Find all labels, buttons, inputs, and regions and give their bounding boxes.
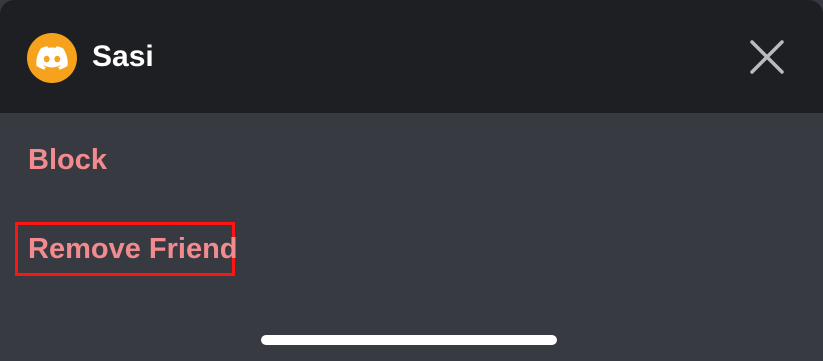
action-sheet: Sasi Block Remove Friend [0, 0, 823, 361]
avatar [27, 33, 77, 83]
close-button[interactable] [744, 34, 790, 80]
home-indicator[interactable] [261, 335, 557, 345]
block-option[interactable]: Block [28, 142, 107, 178]
sheet-header: Sasi [0, 0, 823, 113]
remove-friend-option[interactable]: Remove Friend [28, 231, 238, 267]
discord-logo-icon [36, 46, 68, 70]
close-icon [750, 40, 784, 74]
username: Sasi [92, 40, 154, 73]
